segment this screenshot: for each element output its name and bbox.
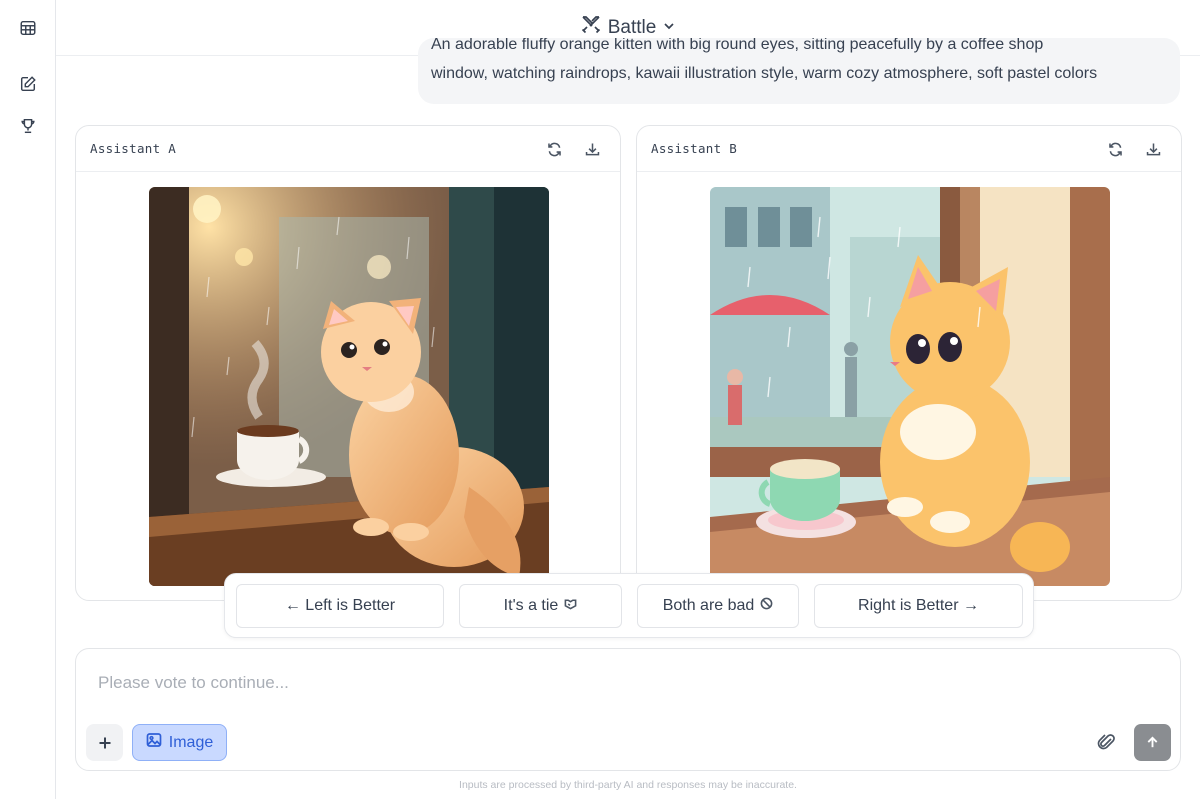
prompt-text: An adorable fluffy orange kitten with bi… (431, 38, 1171, 88)
panel-header: Assistant A (76, 126, 620, 172)
message-input[interactable] (98, 673, 998, 693)
tie-label: It's a tie (503, 597, 559, 614)
edit-icon[interactable] (14, 70, 42, 98)
chevron-down-icon (662, 17, 676, 39)
right-is-better-button[interactable]: Right is Better → (814, 584, 1023, 628)
right-is-better-label: Right is Better → (858, 597, 979, 614)
panel-header: Assistant B (637, 126, 1181, 172)
refresh-icon[interactable] (544, 139, 564, 159)
disclaimer-text: Inputs are processed by third-party AI a… (459, 779, 797, 791)
download-icon[interactable] (1143, 139, 1163, 159)
assistant-b-panel: Assistant B (636, 125, 1182, 601)
ban-icon (760, 597, 773, 615)
both-bad-button[interactable]: Both are bad (637, 584, 799, 628)
plus-button[interactable] (86, 724, 123, 761)
download-icon[interactable] (582, 139, 602, 159)
table-icon[interactable] (14, 14, 42, 42)
both-bad-label: Both are bad (662, 597, 755, 614)
prompt-line-2: window, watching raindrops, kawaii illus… (431, 65, 1098, 82)
vote-bar: ← Left is Better It's a tie Both are bad… (224, 573, 1034, 638)
send-button[interactable] (1134, 724, 1171, 761)
plus-icon (99, 737, 110, 748)
user-prompt-bubble: An adorable fluffy orange kitten with bi… (418, 38, 1180, 104)
attach-icon[interactable] (1094, 731, 1118, 755)
generated-image-b[interactable] (710, 187, 1110, 586)
handshake-icon (564, 597, 577, 615)
generated-image-a[interactable] (149, 187, 549, 586)
assistant-a-panel: Assistant A (75, 125, 621, 601)
sidebar (0, 0, 56, 799)
assistant-a-title: Assistant A (90, 141, 177, 156)
image-icon (146, 732, 162, 753)
trophy-icon[interactable] (14, 112, 42, 140)
left-is-better-label: ← Left is Better (284, 597, 396, 614)
refresh-icon[interactable] (1105, 139, 1125, 159)
image-mode-label: Image (168, 733, 214, 751)
left-is-better-button[interactable]: ← Left is Better (236, 584, 444, 628)
mode-label: Battle (607, 16, 657, 38)
arrow-up-icon (1147, 736, 1158, 748)
mode-selector[interactable]: Battle (580, 15, 677, 41)
battle-icon (580, 15, 602, 41)
tie-button[interactable]: It's a tie (459, 584, 622, 628)
prompt-line-1: An adorable fluffy orange kitten with bi… (431, 38, 1044, 53)
assistant-b-title: Assistant B (651, 141, 738, 156)
image-mode-button[interactable]: Image (132, 724, 227, 761)
composer: Image (75, 648, 1181, 771)
